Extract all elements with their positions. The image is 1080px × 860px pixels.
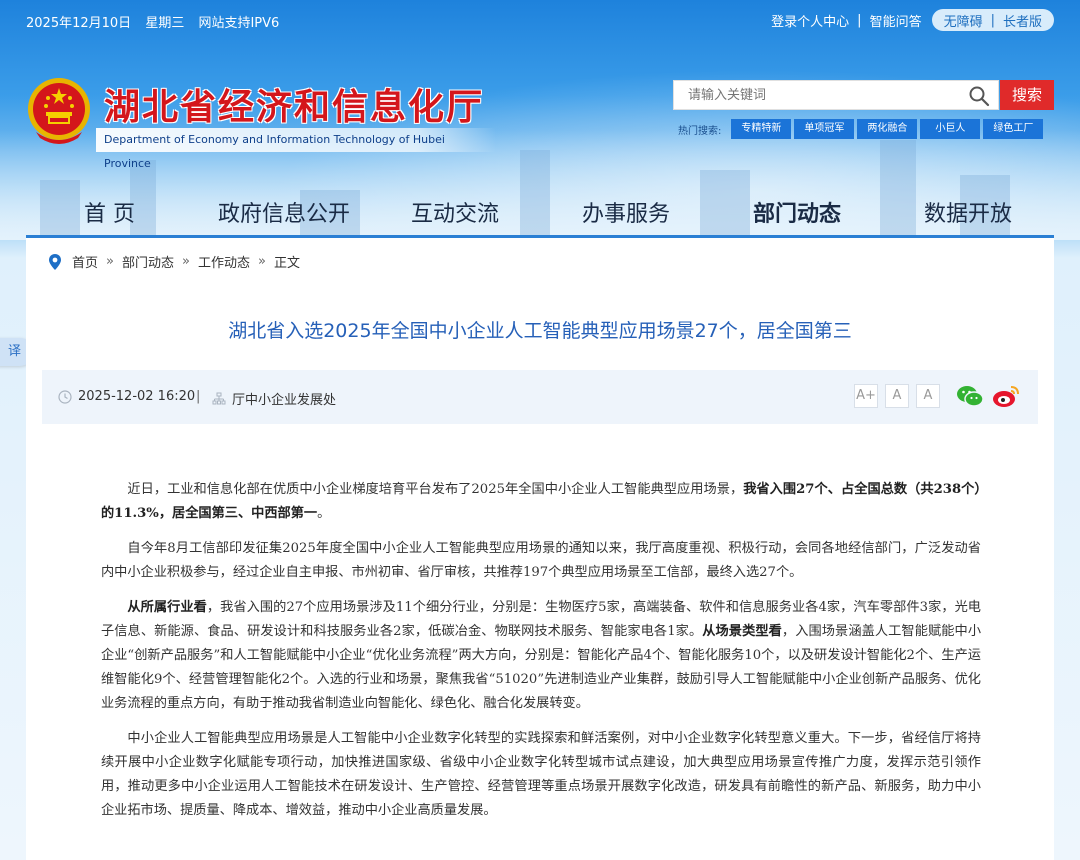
search-button[interactable]: 搜索	[1000, 80, 1054, 110]
font-increase-button[interactable]: A+	[854, 384, 878, 408]
ipv6-notice: 网站支持IPV6	[198, 16, 280, 31]
site-header: 2025年12月10日 星期三 网站支持IPV6 登录个人中心 | 智能问答 无…	[0, 0, 1080, 240]
article-paragraph: 中小企业人工智能典型应用场景是人工智能中小企业数字化转型的实践探索和鲜活案例，对…	[101, 731, 981, 818]
article-body: 近日，工业和信息化部在优质中小企业梯度培育平台发布了2025年全国中小企业人工智…	[101, 478, 981, 834]
national-emblem-icon	[28, 78, 90, 144]
current-date: 2025年12月10日	[26, 16, 132, 31]
weibo-icon[interactable]	[992, 383, 1020, 409]
hot-tag[interactable]: 单项冠军	[794, 119, 855, 139]
nav-item-dept-news[interactable]: 部门动态	[753, 196, 841, 228]
font-decrease-button[interactable]: A	[916, 384, 940, 408]
article-paragraph: 自今年8月工信部印发征集2025年度全国中小企业人工智能典型应用场景的通知以来，…	[101, 541, 981, 580]
hot-tag[interactable]: 绿色工厂	[983, 119, 1044, 139]
search-box	[673, 80, 999, 110]
hot-search-label: 热门搜索:	[678, 125, 722, 137]
nav-item-open-data[interactable]: 数据开放	[924, 196, 1012, 228]
current-weekday: 星期三	[145, 16, 185, 31]
nav-item-services[interactable]: 办事服务	[582, 196, 670, 228]
article-paragraph: 从所属行业看，我省入围的27个应用场景涉及11个细分行业，分别是：生物医疗5家，…	[101, 600, 982, 711]
breadcrumb: 首页 » 部门动态 » 工作动态 » 正文	[48, 252, 300, 271]
publish-datetime: 2025-12-02 16:20	[78, 389, 196, 404]
org-icon	[212, 392, 226, 404]
hot-search: 热门搜索: 专精特新 单项冠军 两化融合 小巨人 绿色工厂	[678, 119, 1046, 139]
article-meta: 2025-12-02 16:20 | 厅中小企业发展处 A+ A A	[42, 370, 1038, 424]
elder-mode-link[interactable]: 长者版	[1003, 11, 1042, 30]
hot-tag[interactable]: 两化融合	[857, 119, 918, 139]
breadcrumb-current: 正文	[273, 256, 300, 271]
hot-tag[interactable]: 专精特新	[731, 119, 792, 139]
breadcrumb-work-news[interactable]: 工作动态	[198, 252, 250, 271]
publish-department: 厅中小企业发展处	[232, 393, 337, 408]
site-subtitle: Department of Economy and Information Te…	[96, 128, 496, 170]
article-title: 湖北省入选2025年全国中小企业人工智能典型应用场景27个，居全国第三	[228, 320, 852, 342]
main-nav: 首 页 政府信息公开 互动交流 办事服务 部门动态 数据开放	[26, 186, 1054, 236]
accessible-link[interactable]: 无障碍	[944, 11, 983, 30]
search-icon[interactable]	[968, 85, 990, 107]
clock-icon	[58, 389, 72, 404]
breadcrumb-home[interactable]: 首页	[72, 252, 98, 271]
search-input[interactable]	[674, 81, 954, 109]
nav-item-home[interactable]: 首 页	[84, 196, 135, 228]
content-panel: 首页 » 部门动态 » 工作动态 » 正文 湖北省入选2025年全国中小企业人工…	[26, 238, 1054, 860]
site-title: 湖北省经济和信息化厅	[104, 86, 485, 128]
login-link[interactable]: 登录个人中心	[771, 11, 849, 30]
smart-qa-link[interactable]: 智能问答	[870, 11, 922, 30]
wechat-icon[interactable]	[956, 383, 984, 409]
nav-item-gov-info[interactable]: 政府信息公开	[218, 196, 350, 228]
top-bar: 2025年12月10日 星期三 网站支持IPV6 登录个人中心 | 智能问答 无…	[0, 0, 1080, 40]
nav-item-interaction[interactable]: 互动交流	[411, 196, 499, 228]
font-default-button[interactable]: A	[885, 384, 909, 408]
accessibility-pill: 无障碍 | 长者版	[931, 9, 1054, 31]
article-paragraph: 近日，工业和信息化部在优质中小企业梯度培育平台发布了2025年全国中小企业人工智…	[101, 482, 982, 521]
breadcrumb-dept-news[interactable]: 部门动态	[122, 252, 174, 271]
location-pin-icon	[49, 253, 61, 270]
hot-tag[interactable]: 小巨人	[920, 119, 981, 139]
